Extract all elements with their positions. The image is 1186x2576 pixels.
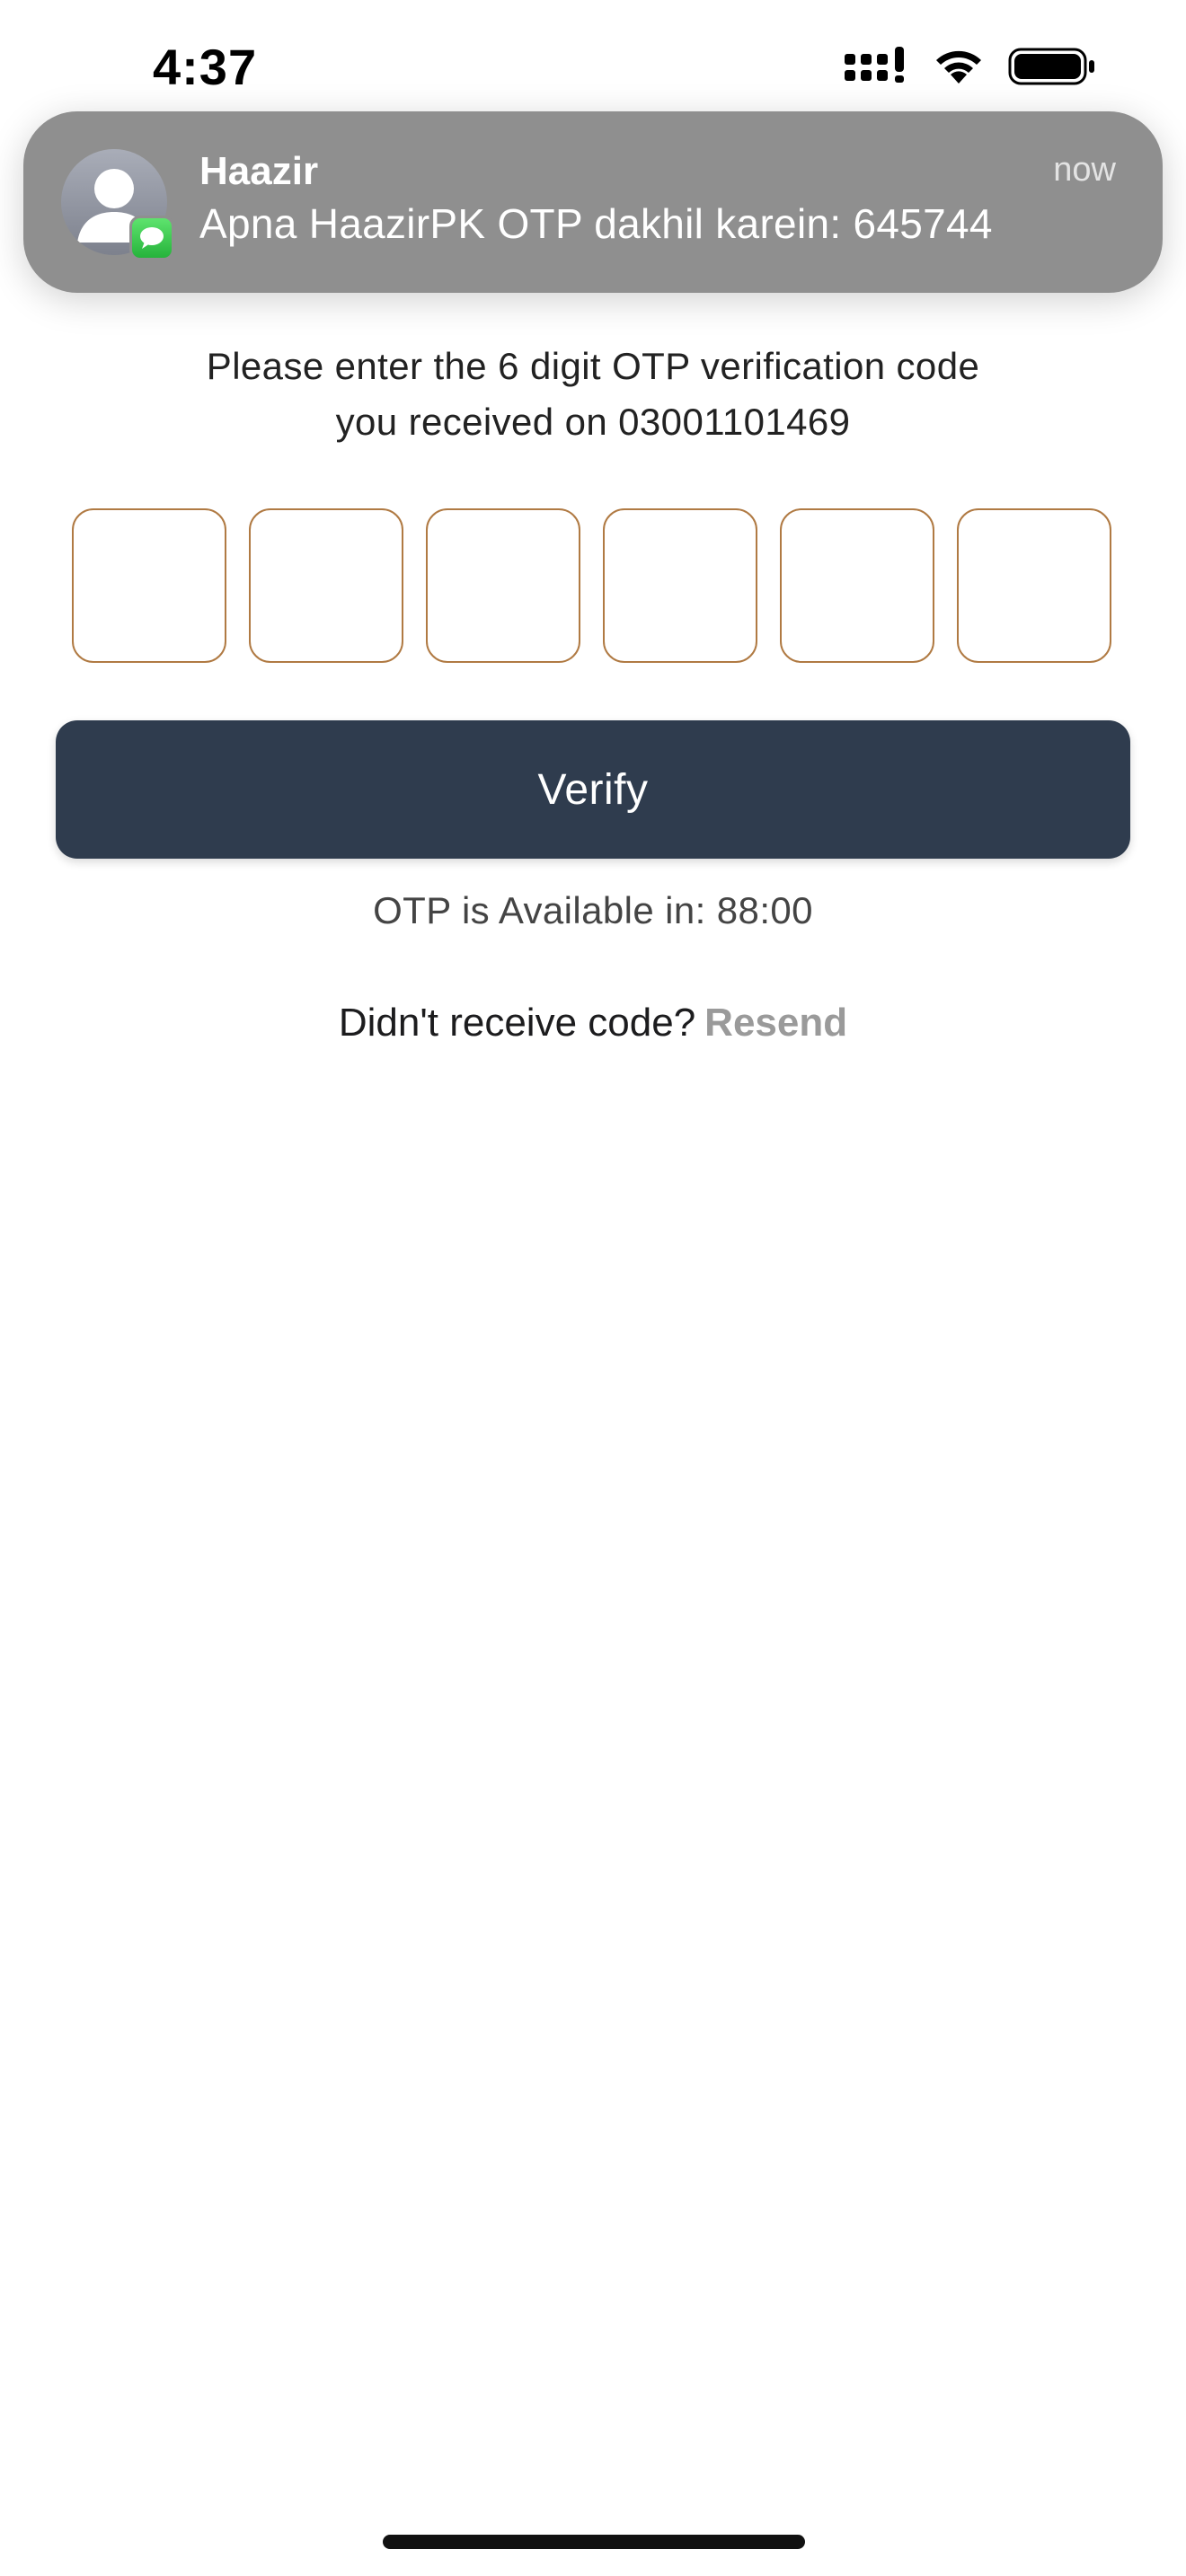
instruction-phone-text: you received on 03001101469	[335, 401, 851, 443]
otp-digit-2[interactable]	[249, 508, 403, 663]
sms-notification-banner[interactable]: Haazir Apna HaazirPK OTP dakhil karein: …	[23, 111, 1163, 293]
verify-button[interactable]: Verify	[56, 720, 1130, 859]
otp-input-row	[72, 508, 1114, 663]
notification-app-name: Haazir	[199, 149, 319, 193]
otp-digit-5[interactable]	[780, 508, 934, 663]
notification-message: Apna HaazirPK OTP dakhil karein: 645744	[199, 200, 993, 247]
messages-app-icon	[129, 216, 174, 260]
otp-digit-6[interactable]	[957, 508, 1111, 663]
battery-icon	[1008, 47, 1096, 86]
resend-link[interactable]: Resend	[704, 1001, 847, 1045]
status-time: 4:37	[153, 39, 258, 95]
notification-time: now	[1053, 151, 1116, 189]
otp-digit-4[interactable]	[603, 508, 757, 663]
status-bar: 4:37	[0, 0, 1186, 117]
wifi-icon	[933, 48, 985, 85]
signal-icon	[845, 47, 909, 86]
status-icons	[845, 47, 1096, 86]
otp-digit-1[interactable]	[72, 508, 226, 663]
otp-digit-3[interactable]	[426, 508, 580, 663]
otp-timer-text: OTP is Available in: 88:00	[373, 889, 813, 931]
instruction-text: Please enter the 6 digit OTP verificatio…	[206, 345, 980, 387]
resend-row: Didn't receive code? Resend	[0, 1001, 1186, 1045]
home-indicator[interactable]	[383, 2535, 805, 2549]
resend-prompt: Didn't receive code?	[338, 1001, 696, 1045]
